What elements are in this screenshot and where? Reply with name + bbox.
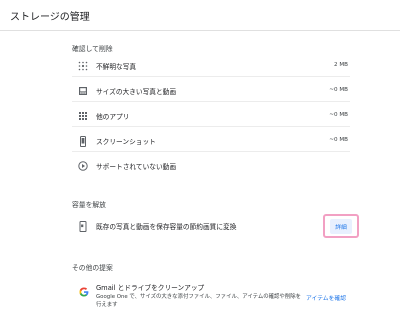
page-title: ストレージの管理 bbox=[10, 12, 90, 23]
section-title-other-suggestions: その他の提案 bbox=[72, 264, 113, 272]
review-item-screenshots[interactable]: スクリーンショット ~0 MB bbox=[72, 132, 350, 150]
review-item-unsupported-videos[interactable]: サポートされていない動画 bbox=[72, 157, 350, 175]
divider bbox=[72, 126, 350, 127]
blurry-photos-icon bbox=[77, 60, 89, 72]
details-button-highlight: 詳細 bbox=[323, 214, 359, 238]
review-item-blurry-photos[interactable]: 不鮮明な写真 2 MB bbox=[72, 57, 350, 75]
review-item-label: サポートされていない動画 bbox=[96, 163, 177, 171]
play-circle-icon bbox=[77, 160, 89, 172]
review-item-other-apps[interactable]: 他のアプリ ~0 MB bbox=[72, 107, 350, 125]
review-items-link[interactable]: アイテムを確認 bbox=[306, 293, 346, 302]
review-item-label: サイズの大きい写真と動画 bbox=[96, 88, 177, 96]
storage-convert-icon bbox=[77, 220, 89, 232]
review-item-label: 他のアプリ bbox=[96, 113, 130, 121]
gmail-drive-cleanup-title: Gmail とドライブをクリーンアップ bbox=[96, 284, 205, 292]
gmail-drive-cleanup-description: Google One で、サイズの大きな添付ファイル、ファイル、アイテムの確認や… bbox=[96, 294, 301, 308]
review-item-size: ~0 MB bbox=[329, 87, 348, 93]
convert-storage-saver-row: 既存の写真と動画を保存容量の節約画質に変換 bbox=[72, 217, 350, 235]
review-item-large-media[interactable]: サイズの大きい写真と動画 ~0 MB bbox=[72, 82, 350, 100]
review-item-size: 2 MB bbox=[333, 62, 348, 68]
divider bbox=[72, 101, 350, 102]
review-item-label: 不鮮明な写真 bbox=[96, 63, 137, 71]
details-button[interactable]: 詳細 bbox=[330, 218, 352, 234]
convert-storage-saver-label: 既存の写真と動画を保存容量の節約画質に変換 bbox=[96, 223, 237, 231]
review-item-size: ~0 MB bbox=[329, 137, 348, 143]
section-title-free-up: 容量を解放 bbox=[72, 201, 106, 209]
large-media-icon bbox=[77, 85, 89, 97]
section-title-review: 確認して削除 bbox=[72, 45, 113, 53]
divider bbox=[72, 76, 350, 77]
phone-screenshot-icon bbox=[77, 135, 89, 147]
review-item-label: スクリーンショット bbox=[96, 138, 156, 146]
apps-grid-icon bbox=[77, 110, 89, 122]
google-logo-icon bbox=[79, 282, 89, 297]
page-header: ストレージの管理 bbox=[0, 0, 400, 31]
divider bbox=[72, 151, 350, 152]
review-item-size: ~0 MB bbox=[329, 112, 348, 118]
